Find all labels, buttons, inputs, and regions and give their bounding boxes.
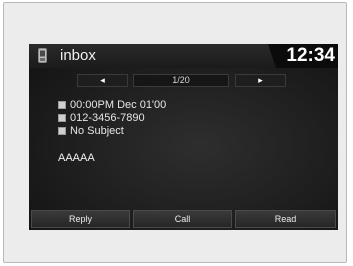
reply-button[interactable]: Reply xyxy=(31,210,130,228)
clock-icon xyxy=(58,101,66,109)
page-indicator: 1/20 xyxy=(133,74,229,87)
read-button[interactable]: Read xyxy=(235,210,336,228)
message-subject: No Subject xyxy=(70,125,124,137)
message-sender-row: 012-3456-7890 xyxy=(58,112,145,125)
message-datetime-row: 00:00PM Dec 01'00 xyxy=(58,99,166,112)
inbox-screen: inbox 12:34 ◂ 1/20 ▸ 00:00PM Dec 01'00 0… xyxy=(29,44,338,230)
phone-number-icon xyxy=(58,114,66,122)
title-bar: inbox 12:34 xyxy=(29,44,338,68)
screen-title: inbox xyxy=(60,47,96,64)
message-body: AAAAA xyxy=(58,152,95,164)
call-button[interactable]: Call xyxy=(133,210,232,228)
subject-icon xyxy=(58,127,66,135)
message-sender: 012-3456-7890 xyxy=(70,112,145,124)
clock: 12:34 xyxy=(286,45,335,66)
device-frame: inbox 12:34 ◂ 1/20 ▸ 00:00PM Dec 01'00 0… xyxy=(3,2,347,263)
clock-divider xyxy=(268,44,276,68)
message-subject-row: No Subject xyxy=(58,125,124,138)
message-datetime: 00:00PM Dec 01'00 xyxy=(70,99,167,111)
clock-area: 12:34 xyxy=(276,44,338,68)
previous-message-button[interactable]: ◂ xyxy=(77,74,128,87)
phone-icon xyxy=(38,48,47,63)
next-message-button[interactable]: ▸ xyxy=(235,74,286,87)
